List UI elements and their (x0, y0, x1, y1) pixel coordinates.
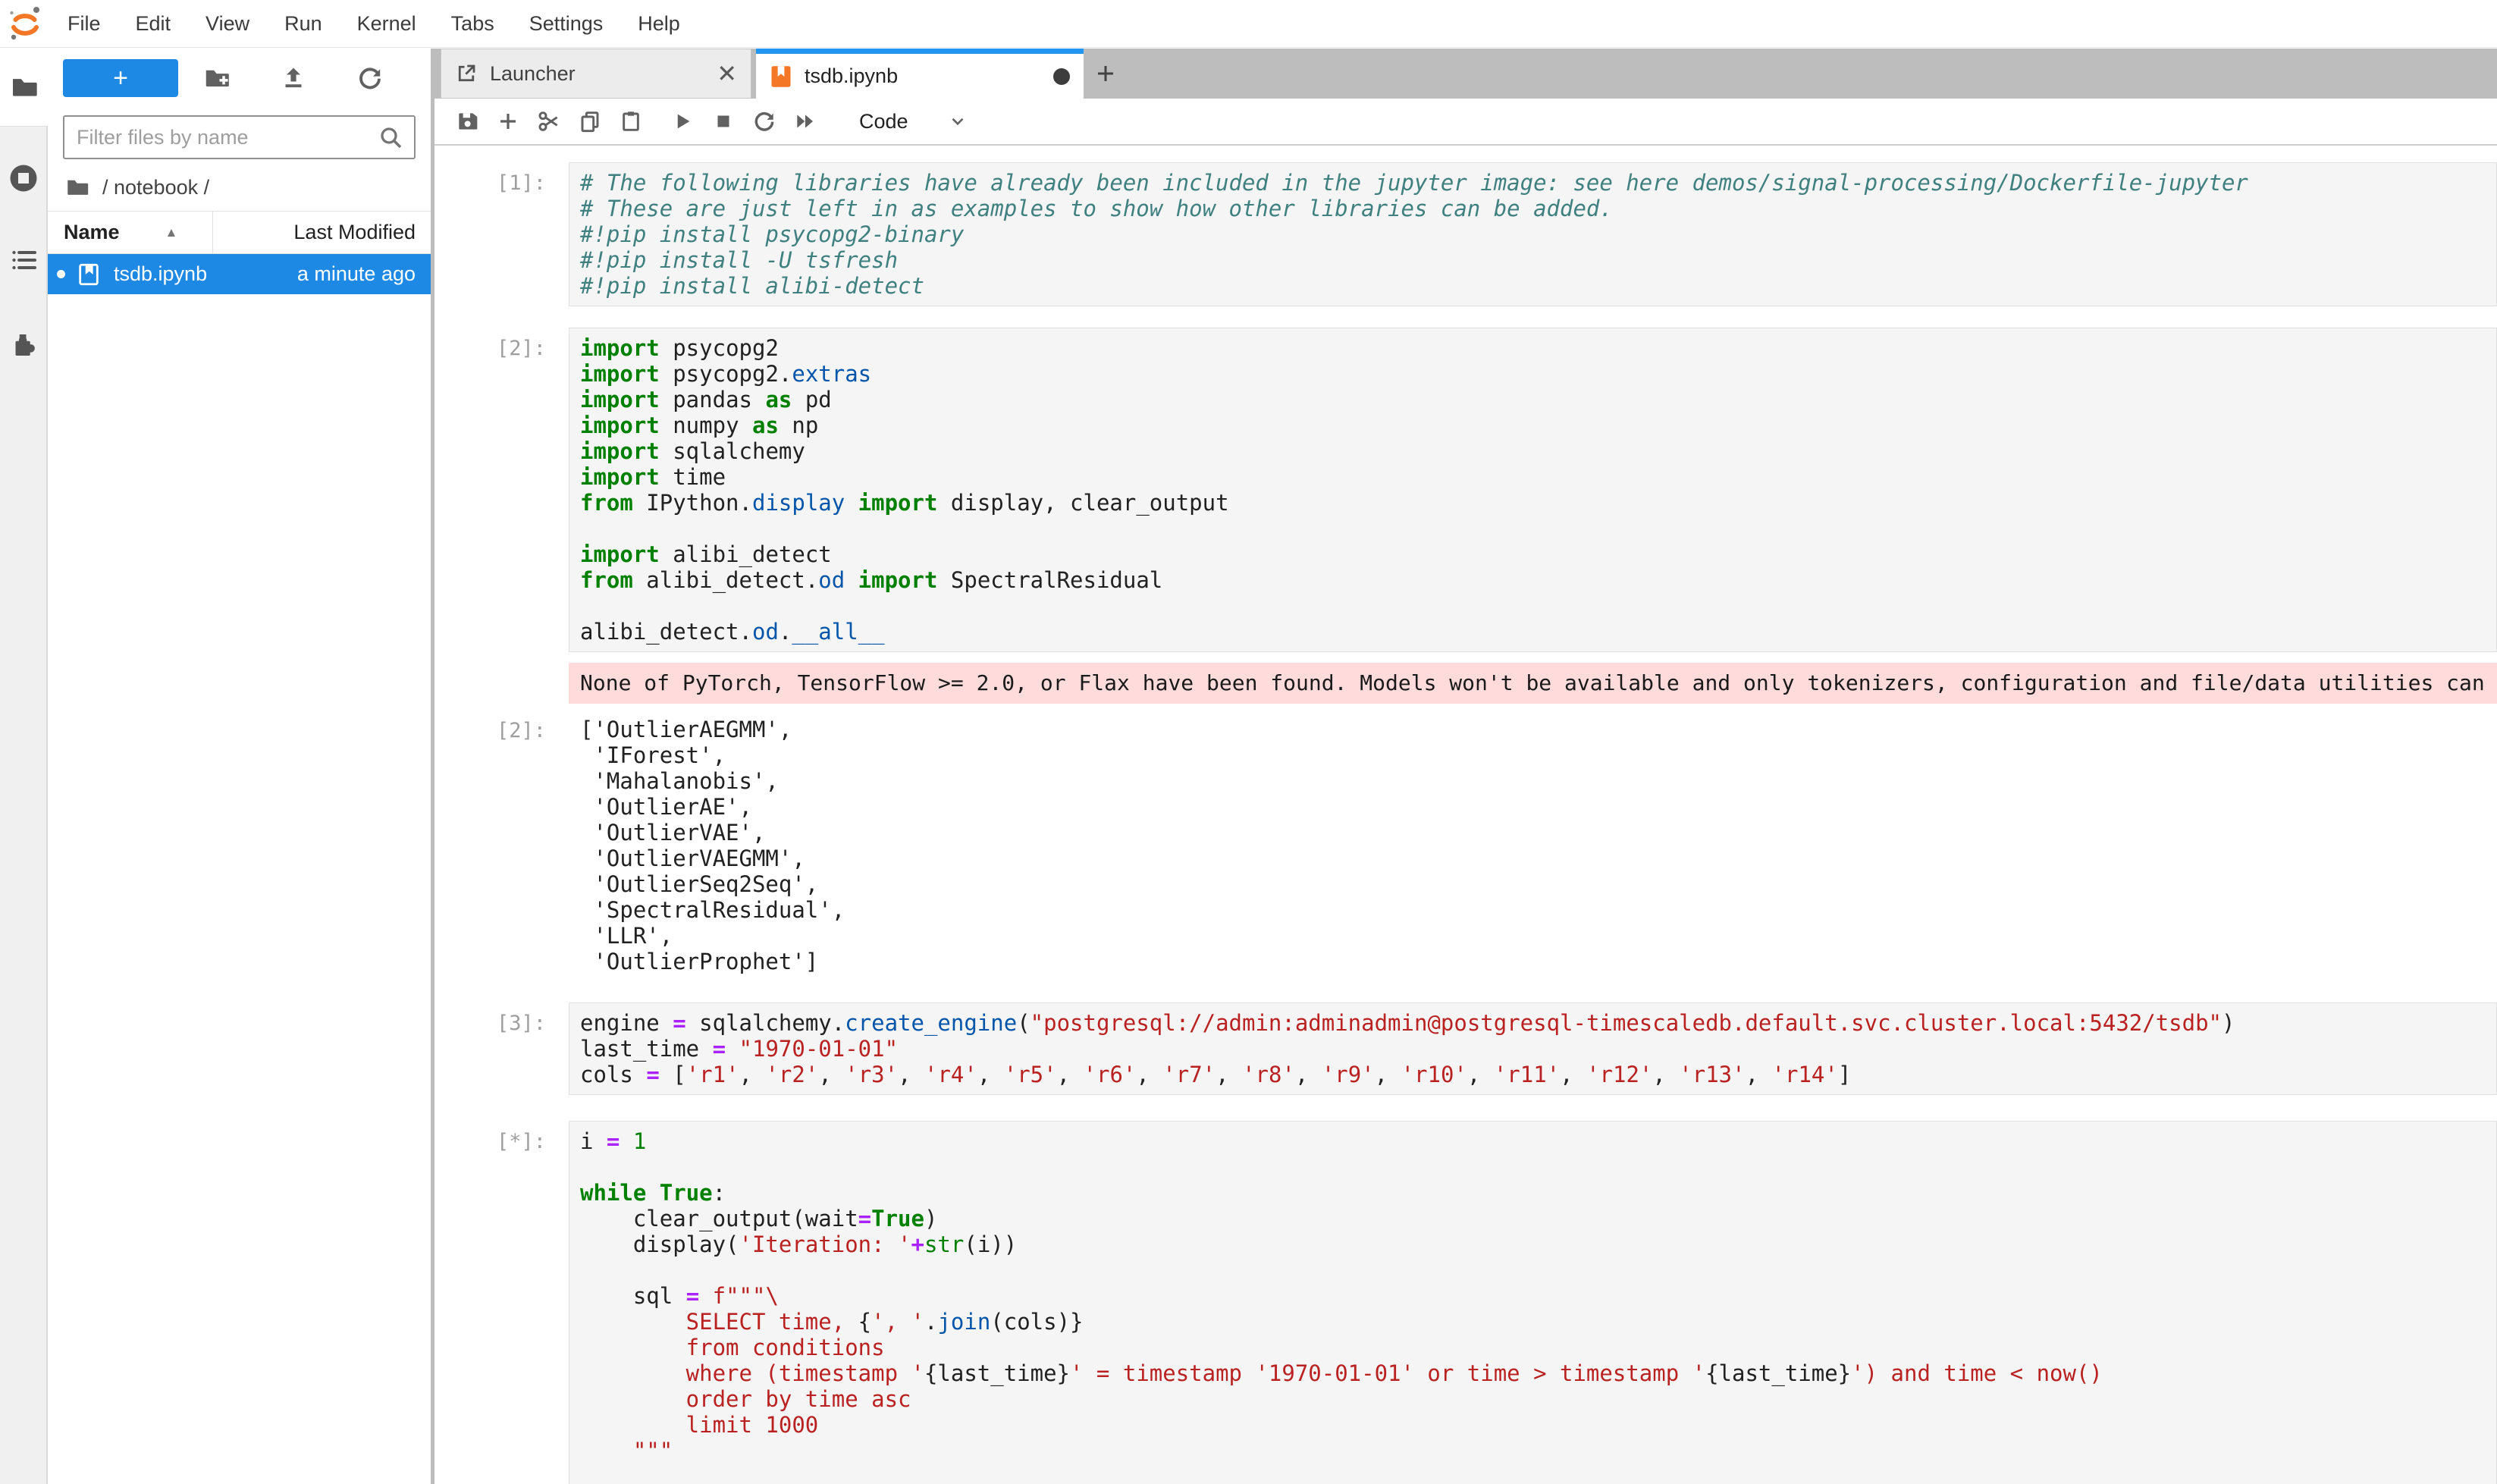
notebook-file-icon (76, 262, 102, 287)
file-modified: a minute ago (297, 262, 416, 286)
cut-icon[interactable] (529, 101, 569, 142)
code-editor[interactable]: engine = sqlalchemy.create_engine("postg… (569, 1002, 2497, 1095)
code-editor[interactable]: # The following libraries have already b… (569, 162, 2497, 306)
menu-item-view[interactable]: View (188, 0, 267, 48)
tab-label: Launcher (490, 62, 576, 86)
paste-icon[interactable] (610, 101, 651, 142)
launcher-icon (455, 62, 478, 85)
refresh-icon[interactable] (331, 64, 408, 92)
new-folder-icon[interactable] (178, 64, 255, 93)
code-cell: [1]:# The following libraries have alrea… (434, 162, 2497, 306)
chevron-down-icon[interactable] (948, 111, 968, 131)
file-filter-input[interactable] (63, 115, 416, 159)
new-tab-button[interactable] (1084, 49, 1128, 99)
column-header-modified[interactable]: Last Modified (212, 212, 431, 253)
execution-prompt: [2]: (434, 328, 569, 652)
code-editor[interactable]: i = 1 while True: clear_output(wait=True… (569, 1121, 2497, 1484)
code-editor[interactable]: import psycopg2 import psycopg2.extras i… (569, 328, 2497, 652)
column-header-name[interactable]: Name ▲ (48, 212, 212, 253)
stderr-warning: None of PyTorch, TensorFlow >= 2.0, or F… (569, 663, 2497, 704)
activity-bar (0, 49, 48, 1484)
home-folder-icon[interactable] (64, 174, 90, 200)
tab-tsdb-ipynb[interactable]: tsdb.ipynb (756, 49, 1084, 99)
tab-label: tsdb.ipynb (805, 64, 898, 88)
menu-item-help[interactable]: Help (620, 0, 698, 48)
menu-item-kernel[interactable]: Kernel (340, 0, 434, 48)
menu-item-edit[interactable]: Edit (118, 0, 189, 48)
output-prompt: [2]: (434, 710, 569, 981)
upload-icon[interactable] (255, 64, 331, 92)
unsaved-dot-icon (57, 270, 65, 278)
search-icon (378, 124, 405, 152)
tab-launcher[interactable]: Launcher ✕ (441, 49, 751, 99)
menu-item-file[interactable]: File (50, 0, 118, 48)
file-browser-icon[interactable] (0, 66, 48, 108)
breadcrumb[interactable]: / notebook / (48, 164, 431, 211)
add-cell-icon[interactable] (488, 101, 529, 142)
stop-icon[interactable] (703, 101, 744, 142)
cell-type-dropdown[interactable]: Code (859, 110, 908, 133)
copy-icon[interactable] (569, 101, 610, 142)
code-cell: [3]:engine = sqlalchemy.create_engine("p… (434, 1002, 2497, 1095)
sort-ascending-icon: ▲ (165, 225, 178, 240)
fast-forward-icon[interactable] (785, 101, 826, 142)
extensions-icon[interactable] (0, 324, 47, 366)
jupyter-logo-icon (0, 5, 50, 42)
output-text: ['OutlierAEGMM', 'IForest', 'Mahalanobis… (569, 710, 2497, 981)
file-filter (63, 115, 416, 159)
notebook-content: [1]:# The following libraries have alrea… (434, 146, 2497, 1484)
execution-prompt: [1]: (434, 162, 569, 306)
notebook-icon (770, 64, 792, 89)
tab-bar: Launcher ✕ tsdb.ipynb (434, 49, 2497, 99)
save-icon[interactable] (447, 101, 488, 142)
run-icon[interactable] (662, 101, 703, 142)
file-list-header: Name ▲ Last Modified (48, 212, 431, 254)
code-cell: [2]:import psycopg2 import psycopg2.extr… (434, 328, 2497, 652)
unsaved-changes-icon (1053, 68, 1070, 85)
breadcrumb-path: / notebook / (102, 176, 209, 199)
menu-item-tabs[interactable]: Tabs (434, 0, 512, 48)
menu-item-run[interactable]: Run (267, 0, 340, 48)
main-area: Launcher ✕ tsdb.ipynb (431, 49, 2497, 1484)
file-row[interactable]: tsdb.ipynb a minute ago (48, 254, 431, 294)
output-area: [2]:['OutlierAEGMM', 'IForest', 'Mahalan… (434, 710, 2497, 981)
running-kernels-icon[interactable] (0, 157, 47, 199)
execution-prompt: [*]: (434, 1121, 569, 1484)
menu-bar: FileEditViewRunKernelTabsSettingsHelp (0, 0, 2497, 48)
execution-prompt: [3]: (434, 1002, 569, 1095)
restart-kernel-icon[interactable] (744, 101, 785, 142)
file-name: tsdb.ipynb (114, 262, 207, 286)
close-icon[interactable]: ✕ (717, 61, 737, 86)
new-launcher-button[interactable]: + (63, 59, 178, 97)
file-browser-panel: + / notebook / Name (48, 49, 431, 1484)
menu-item-settings[interactable]: Settings (512, 0, 621, 48)
notebook-toolbar: Code (434, 99, 2497, 146)
table-of-contents-icon[interactable] (0, 239, 47, 281)
code-cell: [*]:i = 1 while True: clear_output(wait=… (434, 1121, 2497, 1484)
